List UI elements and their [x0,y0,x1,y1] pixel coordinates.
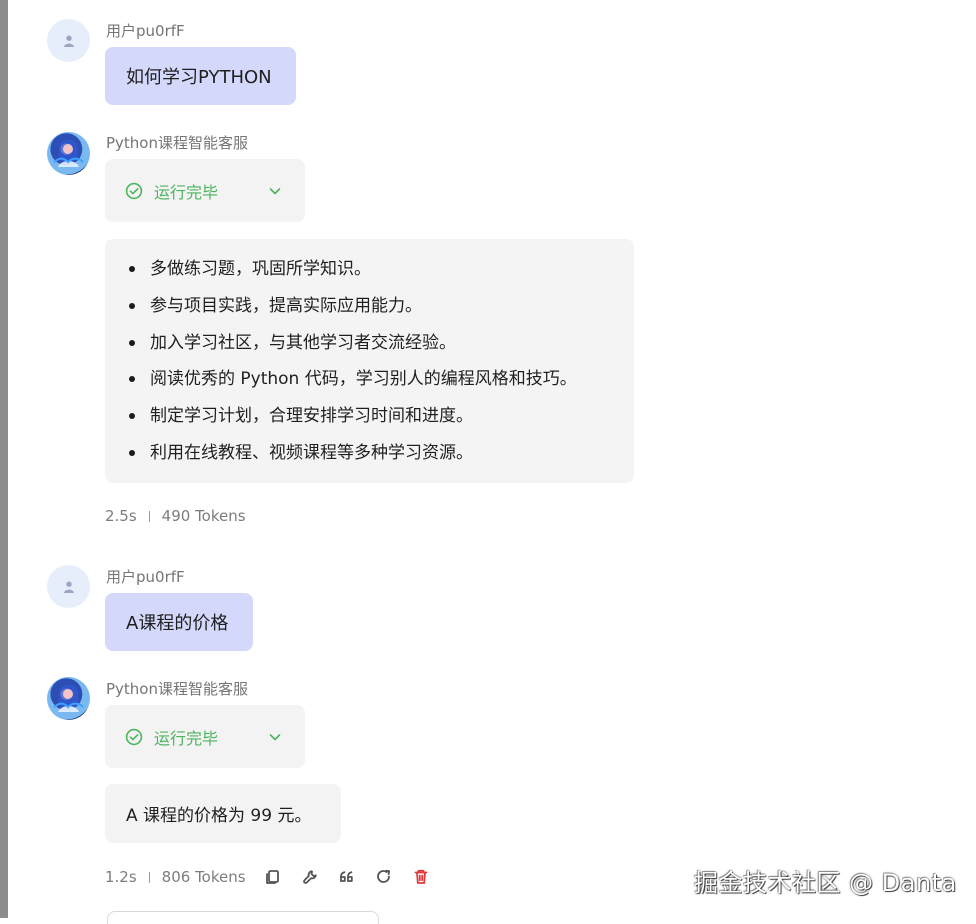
response-duration: 2.5s [105,507,137,525]
answer-list-item: 阅读优秀的 Python 代码，学习别人的编程风格和技巧。 [127,366,634,403]
message-meta: 1.2s 806 Tokens [105,865,431,889]
bot-avatar-art [53,140,84,167]
chevron-down-icon[interactable] [267,729,283,745]
delete-icon [414,869,427,884]
success-check-icon [125,182,143,199]
message-author: 用户pu0rfF [106,568,185,586]
message-author: 用户pu0rfF [106,22,185,40]
token-count: 490 Tokens [161,507,246,525]
user-message-bubble: 如何学习PYTHON [105,47,296,105]
tool-button[interactable] [300,867,320,887]
answer-list-item: 加入学习社区，与其他学习者交流经验。 [127,330,634,367]
user-avatar [47,565,90,608]
assistant-answer-card: A 课程的价格为 99 元。 [105,784,341,843]
run-status-card[interactable]: 运行完毕 [105,159,305,222]
run-status-label: 运行完毕 [154,182,219,202]
answer-list-item: 多做练习题，巩固所学知识。 [127,256,634,293]
quote-icon [339,871,353,882]
bot-avatar-art [53,685,84,712]
answer-list-item: 制定学习计划，合理安排学习时间和进度。 [127,403,634,440]
quote-button[interactable] [337,867,357,887]
regenerate-button[interactable] [374,867,394,887]
run-status-label: 运行完毕 [154,728,219,748]
refresh-icon [376,869,390,883]
user-avatar [47,19,90,62]
success-check-icon [125,728,143,745]
bot-avatar [47,677,90,720]
meta-divider [148,871,150,883]
response-duration: 1.2s [105,868,137,886]
message-author: Python课程智能客服 [106,680,248,698]
meta-divider [148,510,150,522]
wrench-icon [302,870,317,884]
user-icon [63,35,74,47]
user-message-bubble: A课程的价格 [105,593,253,651]
copy-button[interactable] [263,867,283,887]
message-meta: 2.5s 490 Tokens [105,504,246,528]
answer-list-item: 利用在线教程、视频课程等多种学习资源。 [127,440,634,477]
user-icon [63,581,74,593]
copy-icon [265,870,279,884]
chevron-down-icon[interactable] [267,183,283,199]
chat-conversation: 用户pu0rfF 如何学习PYTHON Python课程智能客服 运行完毕 多做… [0,0,976,924]
delete-button[interactable] [411,867,431,887]
assistant-answer-card: 多做练习题，巩固所学知识。 参与项目实践，提高实际应用能力。 加入学习社区，与其… [105,239,634,483]
bot-avatar [47,132,90,175]
token-count: 806 Tokens [161,868,246,886]
answer-list: 多做练习题，巩固所学知识。 参与项目实践，提高实际应用能力。 加入学习社区，与其… [127,256,634,477]
message-author: Python课程智能客服 [106,134,248,152]
answer-list-item: 参与项目实践，提高实际应用能力。 [127,293,634,330]
watermark: 掘金技术社区 @ Danta [694,869,957,897]
run-status-card[interactable]: 运行完毕 [105,705,305,768]
